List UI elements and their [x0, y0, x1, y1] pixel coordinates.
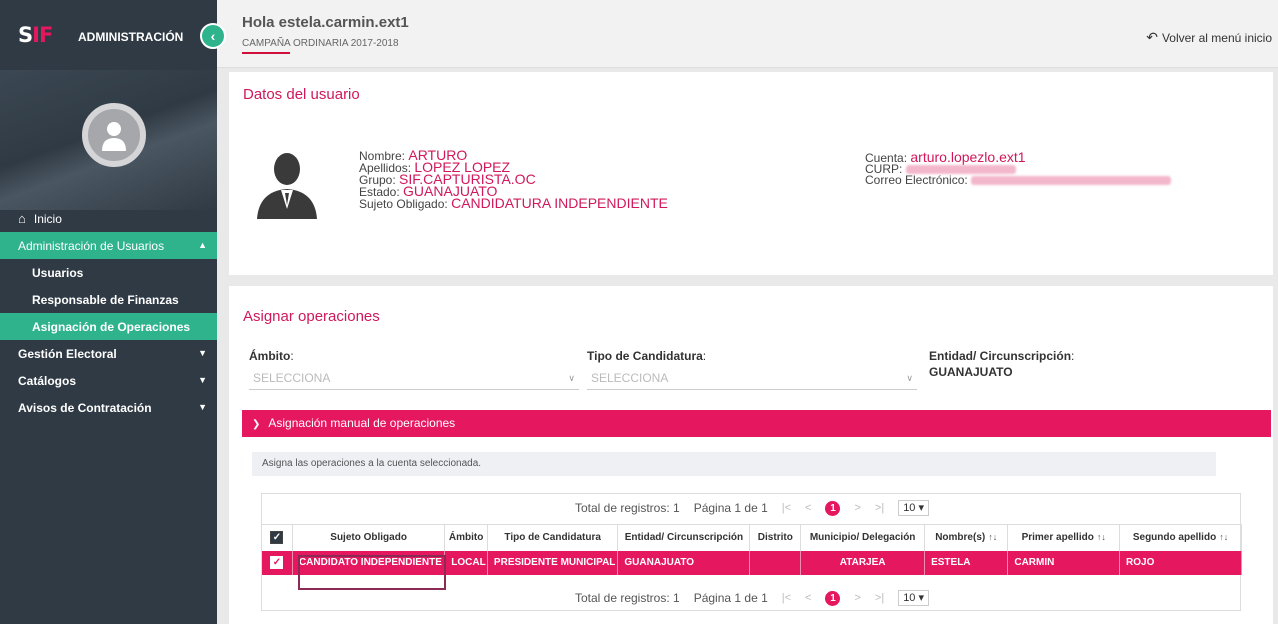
last-page-icon[interactable]: >| [875, 502, 884, 514]
user-cuenta: arturo.lopezlo.ext1 [910, 149, 1026, 165]
pager-top: Total de registros: 1 Página 1 de 1 |< <… [262, 494, 1242, 522]
home-icon: ⌂ [18, 211, 26, 226]
first-page-icon[interactable]: |< [782, 502, 791, 514]
entidad-value: GUANAJUATO [929, 365, 1013, 379]
col-entidad: Entidad/ Circunscripción [617, 524, 751, 551]
col-distrito: Distrito [749, 524, 802, 551]
last-page-icon[interactable]: >| [875, 592, 884, 604]
col-sujeto-obligado: Sujeto Obligado [292, 524, 446, 551]
next-page-icon[interactable]: > [854, 502, 860, 514]
user-sujeto: CANDIDATURA INDEPENDIENTE [451, 195, 668, 211]
chevron-down-icon: ∨ [568, 373, 575, 383]
col-segundo-apellido[interactable]: Segundo apellido ↑↓ [1119, 524, 1242, 551]
user-info-right: Cuenta: arturo.lopezlo.ext1 CURP: Correo… [865, 149, 1172, 186]
email-redacted [971, 176, 1172, 186]
assignment-hint: Asigna las operaciones a la cuenta selec… [252, 452, 1216, 476]
cell-distrito [749, 550, 802, 575]
sidebar-nav: ⌂ Inicio Administración de Usuarios ▲ Us… [0, 205, 217, 421]
chevron-up-icon: ▲ [198, 240, 207, 250]
sidebar-item-administracion-usuarios[interactable]: Administración de Usuarios ▲ [0, 232, 217, 259]
sort-icon: ↑↓ [1096, 532, 1106, 543]
back-to-menu-link[interactable]: ↶ Volver al menú inicio [1146, 29, 1272, 46]
sif-logo: SIF [18, 23, 53, 47]
operations-table-box: Total de registros: 1 Página 1 de 1 |< <… [261, 493, 1242, 611]
page-size-select[interactable]: 10 ▾ [898, 590, 930, 606]
cell-segundo-apellido: ROJO [1119, 550, 1242, 575]
col-primer-apellido[interactable]: Primer apellido ↑↓ [1007, 524, 1121, 551]
user-info-left: Nombre: ARTURO Apellidos: LOPEZ LOPEZ Gr… [359, 147, 668, 211]
sort-icon: ↑↓ [988, 532, 998, 543]
sidebar-item-gestion-electoral[interactable]: Gestión Electoral ▼ [0, 340, 217, 367]
user-data-card: Datos del usuario Nombre: ARTURO Apellid… [229, 72, 1273, 275]
sidebar-item-asignacion-operaciones[interactable]: Asignación de Operaciones [0, 313, 217, 340]
col-nombre[interactable]: Nombre(s) ↑↓ [924, 524, 1009, 551]
tipo-candidatura-select[interactable]: SELECCIONA ∨ [587, 368, 917, 390]
sidebar-header: SIF ADMINISTRACIÓN [0, 0, 217, 70]
top-bar: Hola estela.carmin.ext1 CAMPAÑA ORDINARI… [217, 0, 1278, 68]
cell-primer-apellido: CARMIN [1007, 550, 1121, 575]
col-tipo-candidatura: Tipo de Candidatura [487, 524, 619, 551]
sort-icon: ↑↓ [1219, 532, 1229, 543]
select-all-checkbox[interactable]: ✓ [270, 531, 284, 545]
campaign-label: CAMPAÑA ORDINARIA 2017-2018 [242, 38, 399, 49]
user-photo-icon [253, 147, 321, 219]
assign-card-title: Asignar operaciones [243, 308, 380, 325]
tipo-candidatura-label: Tipo de Candidatura: [587, 349, 707, 363]
row-checkbox[interactable]: ✓ [270, 556, 284, 569]
sidebar-item-inicio[interactable]: ⌂ Inicio [0, 205, 217, 232]
prev-page-icon[interactable]: < [805, 502, 811, 514]
collapse-sidebar-button[interactable]: ‹ [200, 23, 226, 49]
profile-banner [0, 70, 217, 210]
cell-tipo: PRESIDENTE MUNICIPAL [487, 550, 619, 575]
sidebar-item-usuarios[interactable]: Usuarios [0, 259, 217, 286]
select-all-checkbox-cell[interactable]: ✓ [262, 524, 293, 551]
cell-nombre: ESTELA [924, 550, 1009, 575]
col-ambito: Ámbito [444, 524, 488, 551]
ambito-select[interactable]: SELECCIONA ∨ [249, 368, 579, 390]
campaign-underline [242, 52, 290, 54]
prev-page-icon[interactable]: < [805, 592, 811, 604]
sidebar-item-avisos-contratacion[interactable]: Avisos de Contratación ▼ [0, 394, 217, 421]
sidebar-title: ADMINISTRACIÓN [78, 30, 184, 44]
first-page-icon[interactable]: |< [782, 592, 791, 604]
curp-redacted [905, 165, 1016, 175]
main-content: Datos del usuario Nombre: ARTURO Apellid… [217, 68, 1278, 624]
page-size-select[interactable]: 10 ▾ [898, 500, 930, 516]
highlight-annotation [298, 555, 446, 590]
sidebar-item-catalogos[interactable]: Catálogos ▼ [0, 367, 217, 394]
user-gear-icon [82, 103, 146, 167]
sidebar: SIF ADMINISTRACIÓN ⌂ Inicio Administraci… [0, 0, 217, 624]
chevron-down-icon: ▼ [198, 375, 207, 385]
back-arrow-icon: ↶ [1146, 29, 1158, 45]
cell-entidad: GUANAJUATO [617, 550, 751, 575]
user-card-title: Datos del usuario [243, 86, 360, 103]
next-page-icon[interactable]: > [854, 592, 860, 604]
chevron-down-icon: ❯ [252, 419, 261, 430]
sidebar-item-responsable-finanzas[interactable]: Responsable de Finanzas [0, 286, 217, 313]
greeting: Hola estela.carmin.ext1 [242, 14, 409, 31]
current-page-button[interactable]: 1 [825, 500, 841, 516]
manual-assignment-header[interactable]: ❯ Asignación manual de operaciones [242, 410, 1271, 437]
entidad-label: Entidad/ Circunscripción: [929, 349, 1075, 363]
cell-municipio: ATARJEA [800, 550, 926, 575]
current-page-button[interactable]: 1 [825, 590, 841, 606]
chevron-down-icon: ▼ [198, 348, 207, 358]
row-checkbox-cell[interactable]: ✓ [262, 550, 293, 575]
ambito-label: Ámbito: [249, 349, 294, 363]
cell-ambito: LOCAL [444, 550, 488, 575]
col-municipio: Municipio/ Delegación [800, 524, 926, 551]
chevron-down-icon: ∨ [906, 373, 913, 383]
chevron-down-icon: ▼ [198, 402, 207, 412]
